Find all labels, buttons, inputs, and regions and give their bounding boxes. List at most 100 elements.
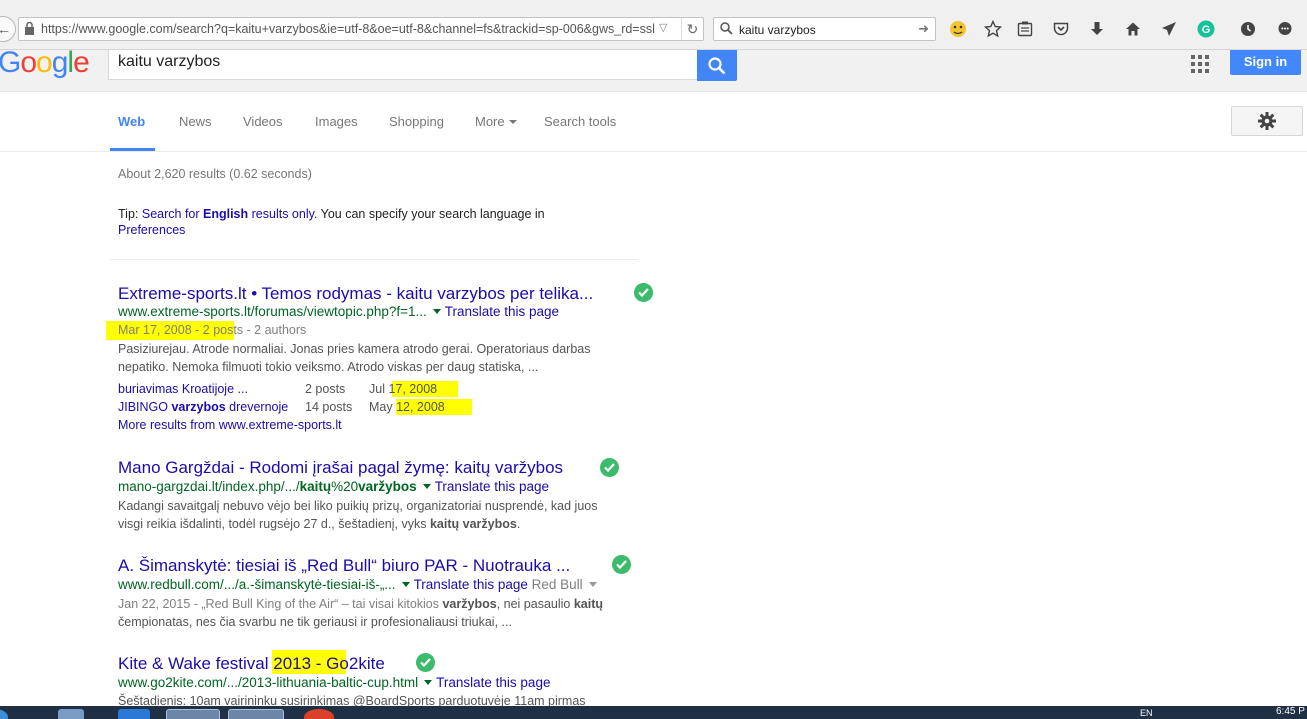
result-snippet: Jan 22, 2015 - „Red Bull King of the Air… <box>118 595 628 631</box>
url-caret-icon[interactable] <box>424 680 433 685</box>
active-tab-indicator <box>110 148 155 151</box>
grammarly-icon[interactable]: G <box>1196 19 1216 39</box>
sitelink-posts: 14 posts <box>305 400 353 414</box>
tip-english-link[interactable]: Search for English results only <box>142 207 314 221</box>
settings-button[interactable] <box>1231 106 1303 136</box>
source-caret-icon[interactable] <box>588 582 597 587</box>
search-icon <box>720 22 733 35</box>
back-button[interactable]: ← <box>0 16 16 42</box>
url-caret-icon[interactable] <box>432 309 441 314</box>
result-url-text: www.extreme-sports.lt/forumas/viewtopic.… <box>118 304 427 319</box>
snippet-line: Jan 22, 2015 - „Red Bull King of the Air… <box>118 595 628 613</box>
result-url: www.extreme-sports.lt/forumas/viewtopic.… <box>118 304 559 319</box>
browser-search-box[interactable]: kaitu varzybos ➜ <box>713 17 936 41</box>
svg-text:G: G <box>1202 24 1211 36</box>
result-url: www.go2kite.com/.../2013-lithuania-balti… <box>118 675 550 690</box>
snippet-bold: kaitų <box>573 597 604 611</box>
bookmark-star-icon[interactable] <box>983 19 1003 39</box>
sitelink-title[interactable]: buriavimas Kroatijoje ... <box>118 382 248 396</box>
snippet-text: , nei pasaulio <box>496 597 574 611</box>
extension-icon[interactable] <box>948 19 968 39</box>
caret-down-icon <box>508 120 517 124</box>
sign-in-button[interactable]: Sign in <box>1230 50 1301 75</box>
tip-prefix: Tip: <box>118 207 142 221</box>
gear-icon <box>1258 112 1276 130</box>
google-header: Google kaitu varzybos Sign in <box>0 46 1307 92</box>
tab-more[interactable]: More <box>475 114 517 129</box>
translate-link[interactable]: Translate this page <box>414 577 528 592</box>
result-snippet: Kadangi savaitgalį nebuvo vėjo bei liko … <box>118 497 628 533</box>
verified-check-icon <box>634 283 653 302</box>
send-icon[interactable] <box>1159 19 1179 39</box>
language-tip: Tip: Search for English results only. Yo… <box>118 206 588 238</box>
result-url-text: www.redbull.com/.../a.-šimanskytė-tiesia… <box>118 577 396 592</box>
address-bar-url: https://www.google.com/search?q=kaitu+va… <box>41 22 655 36</box>
sitelink-title-pre: JIBINGO <box>118 400 172 414</box>
result-title-link[interactable]: Kite & Wake festival 2013 - Go2kite <box>118 654 385 674</box>
tip-middle: . You can specify your search language i… <box>313 207 545 221</box>
search-go-icon[interactable]: ➜ <box>918 21 929 37</box>
result-stats: About 2,620 results (0.62 seconds) <box>118 167 312 181</box>
tip-link-text: Search for <box>141 207 203 221</box>
sitelink-title-bold: varzybos <box>171 400 226 414</box>
apps-grid-icon[interactable] <box>1191 55 1209 73</box>
snippet-line: nepatiko. Nemoka filmuoti tokio veiksmo.… <box>118 360 539 374</box>
sitelink-date: Jul 17, 2008 <box>369 382 438 396</box>
snippet-line: Pasiziurejau. Atrode normaliai. Jonas pr… <box>118 342 591 356</box>
tab-images[interactable]: Images <box>315 114 358 129</box>
more-results-link[interactable]: More results from www.extreme-sports.lt <box>118 418 342 432</box>
tab-news[interactable]: News <box>179 114 212 129</box>
url-dropdown-icon[interactable]: ▽ <box>659 21 667 34</box>
address-bar[interactable]: https://www.google.com/search?q=kaitu+va… <box>18 17 704 41</box>
start-button[interactable] <box>0 709 8 719</box>
snippet-bold: kaitų varžybos <box>429 517 517 531</box>
firefox-icon[interactable] <box>228 709 284 719</box>
tab-search-tools[interactable]: Search tools <box>544 114 616 129</box>
chat-icon[interactable] <box>1275 19 1295 39</box>
snippet-date-text: Jan 22, 2015 - „Red Bull King of the Air… <box>118 597 443 611</box>
result-url-text: mano-gargzdai.lt/index.php/.../ <box>118 479 300 494</box>
lock-icon <box>25 22 34 35</box>
pocket-icon[interactable] <box>1051 19 1071 39</box>
download-icon[interactable] <box>1087 19 1107 39</box>
url-caret-icon[interactable] <box>401 582 410 587</box>
result-title-link[interactable]: Extreme-sports.lt • Temos rodymas - kait… <box>118 284 593 304</box>
history-icon[interactable] <box>1238 19 1258 39</box>
result-url-mid: %20 <box>331 479 359 494</box>
url-caret-icon[interactable] <box>422 484 431 489</box>
search-button[interactable] <box>697 50 737 81</box>
tip-preferences-link[interactable]: Preferences <box>118 223 185 237</box>
search-query-text: kaitu varzybos <box>118 53 221 70</box>
search-icon <box>708 56 726 74</box>
taskbar-app-icon[interactable] <box>58 709 84 719</box>
internet-explorer-icon[interactable] <box>118 709 150 719</box>
snippet-text: visgi reikia išdalinti, todėl rugsėjo 27… <box>118 517 430 531</box>
search-tabs: Web News Videos Images Shopping More Sea… <box>0 92 1307 152</box>
translate-link[interactable]: Translate this page <box>436 675 550 690</box>
result-title-link[interactable]: A. Šimanskytė: tiesiai iš „Red Bull“ biu… <box>118 556 570 576</box>
tab-videos[interactable]: Videos <box>243 114 283 129</box>
reading-list-icon[interactable] <box>1015 19 1035 39</box>
tab-more-label: More <box>475 114 505 129</box>
sitelink-posts: 2 posts <box>305 382 346 396</box>
translate-link[interactable]: Translate this page <box>435 479 549 494</box>
opera-icon[interactable] <box>304 709 334 719</box>
tab-shopping[interactable]: Shopping <box>389 114 444 129</box>
divider <box>110 259 638 260</box>
result-url-bold: varžybos <box>358 479 417 494</box>
snippet-line: Kadangi savaitgalį nebuvo vėjo bei liko … <box>118 499 598 513</box>
sitelink-title-post: drevernoje <box>225 400 289 414</box>
result-snippet: Pasiziurejau. Atrode normaliai. Jonas pr… <box>118 340 628 376</box>
browser-search-text: kaitu varzybos <box>739 23 816 37</box>
explorer-icon[interactable] <box>166 709 220 719</box>
result-meta: Mar 17, 2008 - 2 posts - 2 authors <box>118 323 307 337</box>
home-icon[interactable] <box>1123 19 1143 39</box>
sitelink-title[interactable]: JIBINGO varzybos drevernoje <box>118 400 288 414</box>
reload-icon[interactable]: ↻ <box>681 18 703 40</box>
search-input[interactable]: kaitu varzybos <box>108 50 698 80</box>
tab-web[interactable]: Web <box>118 114 145 129</box>
translate-link[interactable]: Translate this page <box>445 304 559 319</box>
result-title-link[interactable]: Mano Gargždai - Rodomi įrašai pagal žymę… <box>118 458 563 478</box>
google-logo[interactable]: Google <box>0 46 90 80</box>
language-indicator[interactable]: EN <box>1140 708 1153 718</box>
